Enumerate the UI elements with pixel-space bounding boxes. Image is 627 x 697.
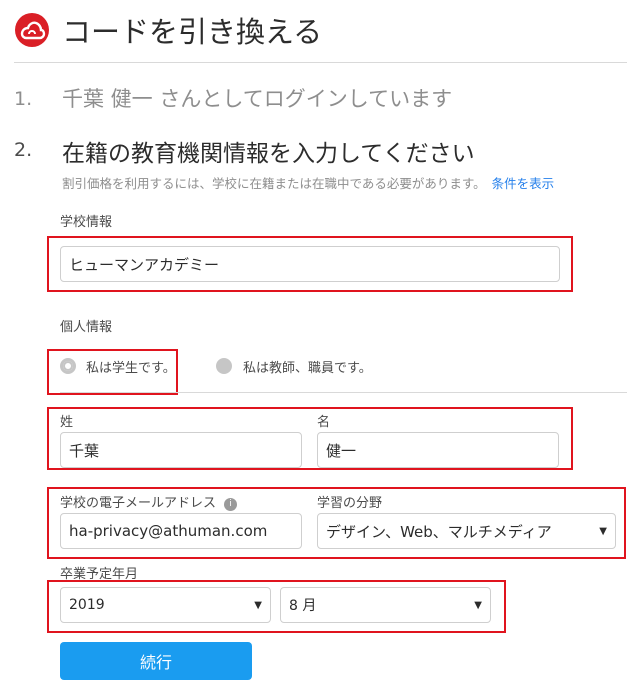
chevron-down-icon: ▼ xyxy=(599,525,607,537)
school-label: 学校情報 xyxy=(60,215,113,230)
chevron-down-icon: ▼ xyxy=(254,599,262,611)
step1-number: 1. xyxy=(14,88,33,110)
last-name-input[interactable] xyxy=(60,432,302,468)
description-text: 割引価格を利用するには、学校に在籍または在職中である必要があります。 xyxy=(62,176,486,191)
terms-link[interactable]: 条件を表示 xyxy=(492,176,555,191)
page-title: コードを引き換える xyxy=(62,15,323,49)
chevron-down-icon: ▼ xyxy=(474,599,482,611)
teacher-radio-label[interactable]: 私は教師、職員です。 xyxy=(243,357,372,376)
email-label-text: 学校の電子メールアドレス xyxy=(60,496,217,511)
logged-in-text: 千葉 健一 さんとしてログインしています xyxy=(62,87,453,111)
field-of-study-label: 学習の分野 xyxy=(317,496,383,511)
step2-description: 割引価格を利用するには、学校に在籍または在職中である必要があります。 条件を表示 xyxy=(62,173,554,192)
student-radio[interactable] xyxy=(60,358,76,374)
step2-heading: 在籍の教育機関情報を入力してください xyxy=(62,141,475,167)
step2-number: 2. xyxy=(14,139,33,161)
info-icon[interactable]: i xyxy=(224,498,238,511)
graduation-month-select[interactable]: 8 月 ▼ xyxy=(280,587,491,623)
header-divider xyxy=(14,62,627,63)
creative-cloud-logo-icon xyxy=(15,13,49,47)
email-label: 学校の電子メールアドレス i xyxy=(60,492,238,511)
field-of-study-select[interactable]: デザイン、Web、マルチメディア ▼ xyxy=(317,513,616,549)
section-divider xyxy=(60,392,627,393)
email-input[interactable] xyxy=(60,513,302,549)
graduation-year-select[interactable]: 2019 ▼ xyxy=(60,587,271,623)
field-of-study-value: デザイン、Web、マルチメディア xyxy=(326,522,552,541)
graduation-year-value: 2019 xyxy=(69,597,105,613)
student-radio-label[interactable]: 私は学生です。 xyxy=(86,357,176,376)
teacher-radio[interactable] xyxy=(216,358,232,374)
personal-label: 個人情報 xyxy=(60,320,113,335)
graduation-month-value: 8 月 xyxy=(289,598,317,614)
first-name-label: 名 xyxy=(317,415,331,430)
last-name-label: 姓 xyxy=(60,415,74,430)
continue-button[interactable]: 続行 xyxy=(60,642,252,680)
school-input[interactable] xyxy=(60,246,560,282)
first-name-input[interactable] xyxy=(317,432,559,468)
